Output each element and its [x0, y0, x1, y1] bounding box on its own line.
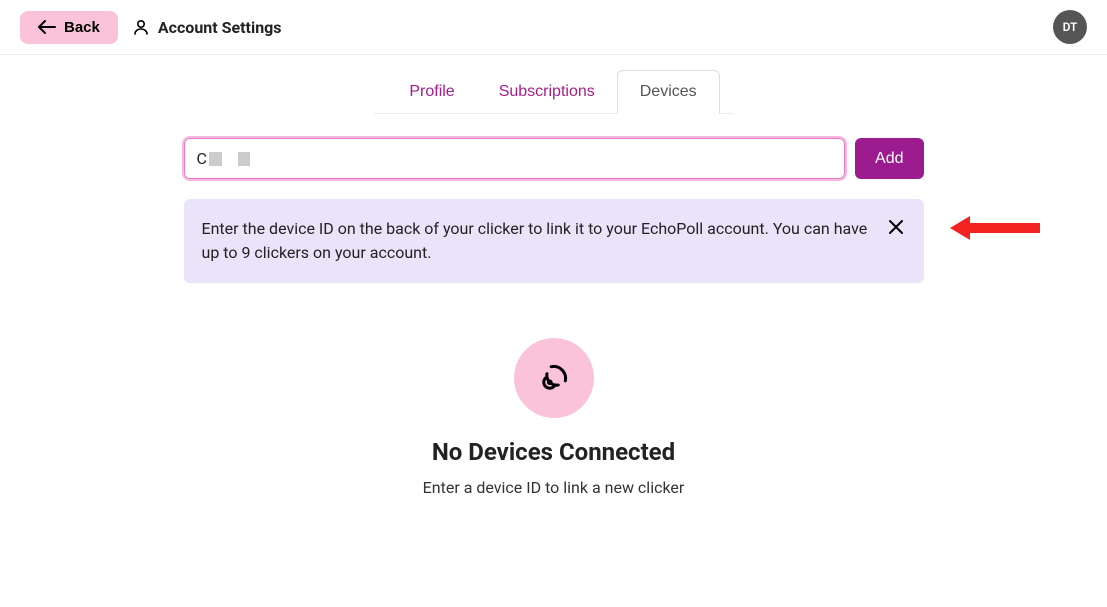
empty-state-title: No Devices Connected [184, 438, 924, 466]
annotation-arrow-icon [950, 216, 1040, 240]
close-banner-button[interactable] [884, 215, 908, 239]
add-button[interactable]: Add [855, 138, 923, 179]
tab-subscriptions[interactable]: Subscriptions [477, 70, 617, 113]
close-icon [888, 219, 904, 235]
back-label: Back [64, 19, 100, 36]
tab-profile[interactable]: Profile [387, 70, 476, 113]
arrow-left-icon [38, 20, 56, 34]
devices-content: C Add Enter the device ID on the back of… [174, 138, 934, 497]
tab-devices[interactable]: Devices [617, 70, 720, 114]
mask-box-icon [238, 152, 251, 166]
mask-box-icon [209, 152, 222, 166]
device-id-field[interactable] [255, 150, 832, 168]
avatar-initials: DT [1063, 20, 1078, 34]
title-wrap: Account Settings [132, 18, 282, 37]
device-input-row: C Add [184, 138, 924, 179]
device-id-input[interactable]: C [184, 138, 846, 179]
empty-state-subtitle: Enter a device ID to link a new clicker [184, 478, 924, 497]
user-icon [132, 18, 150, 36]
avatar[interactable]: DT [1053, 10, 1087, 44]
page-title: Account Settings [158, 18, 282, 37]
input-prefix: C [197, 149, 207, 168]
info-banner-text: Enter the device ID on the back of your … [202, 219, 868, 262]
back-button[interactable]: Back [20, 11, 118, 44]
header: Back Account Settings DT [0, 0, 1107, 55]
header-left: Back Account Settings [20, 11, 282, 44]
info-banner: Enter the device ID on the back of your … [184, 199, 924, 283]
clicker-circle-icon [514, 338, 594, 418]
settings-tabs: Profile Subscriptions Devices [374, 70, 734, 114]
empty-state: No Devices Connected Enter a device ID t… [184, 338, 924, 497]
